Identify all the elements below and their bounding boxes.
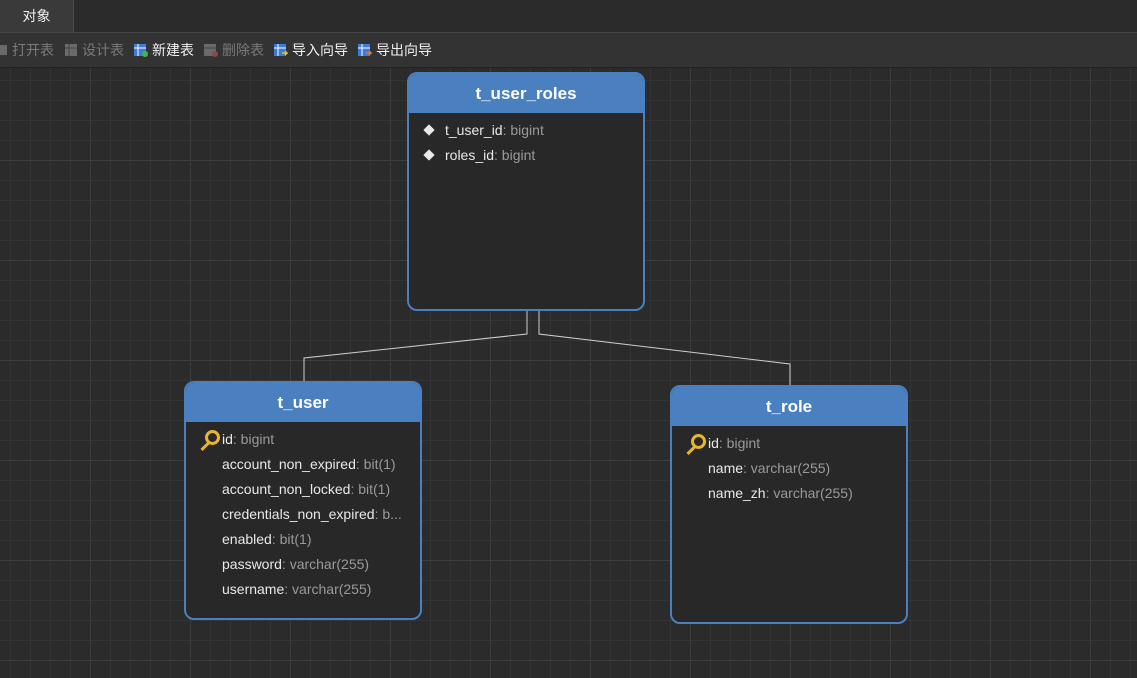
field-name: name_zh [708, 484, 766, 501]
field-type: : bit(1) [350, 480, 391, 497]
tab-objects[interactable]: 对象 [0, 0, 74, 32]
field-type: : bit(1) [271, 530, 312, 547]
field-row[interactable]: name : varchar(255) [672, 455, 906, 480]
field-name: t_user_id [445, 121, 503, 138]
er-diagram-canvas[interactable]: t_user_roles t_user_id : bigint roles_id… [0, 68, 1137, 678]
field-type: : bigint [718, 434, 761, 451]
design-table-icon [64, 43, 78, 57]
field-name: account_non_expired [222, 455, 356, 472]
field-name: username [222, 580, 285, 597]
field-type: : bigint [232, 430, 275, 447]
entity-t-user-roles[interactable]: t_user_roles t_user_id : bigint roles_id… [407, 72, 645, 311]
field-name: credentials_non_expired [222, 505, 375, 522]
foreign-key-diamond-icon [419, 123, 445, 136]
field-name: name [708, 459, 744, 476]
export-wizard-label: 导出向导 [376, 42, 432, 58]
open-table-label: 打开表 [12, 42, 54, 58]
import-wizard-button[interactable]: 导入向导 [274, 40, 348, 60]
primary-key-icon [196, 429, 222, 451]
field-name: password [222, 555, 282, 572]
field-list: t_user_id : bigint roles_id : bigint [409, 113, 643, 167]
field-type: : varchar(255) [765, 484, 853, 501]
field-type: : b... [374, 505, 402, 522]
relation-line-user [303, 309, 528, 383]
field-type: : varchar(255) [281, 555, 370, 572]
field-type: : bit(1) [355, 455, 396, 472]
design-table-button[interactable]: 设计表 [64, 40, 124, 60]
field-row[interactable]: id : bigint [186, 426, 420, 451]
field-row[interactable]: t_user_id : bigint [409, 117, 643, 142]
open-table-button[interactable]: 打开表 [0, 40, 54, 60]
field-row[interactable]: enabled : bit(1) [186, 526, 420, 551]
entity-title: t_user_roles [409, 74, 643, 113]
delete-table-icon [204, 43, 218, 57]
open-table-icon [0, 43, 8, 57]
foreign-key-diamond-icon [419, 148, 445, 161]
field-row[interactable]: username : varchar(255) [186, 576, 420, 601]
new-table-button[interactable]: 新建表 [134, 40, 194, 60]
field-type: : bigint [502, 121, 544, 138]
entity-title: t_user [186, 383, 420, 422]
field-row[interactable]: name_zh : varchar(255) [672, 480, 906, 505]
primary-key-icon [682, 433, 708, 455]
field-row[interactable]: roles_id : bigint [409, 142, 643, 167]
field-name: id [222, 430, 233, 447]
field-type: : varchar(255) [743, 459, 831, 476]
import-wizard-label: 导入向导 [292, 42, 348, 58]
field-row[interactable]: password : varchar(255) [186, 551, 420, 576]
field-name: enabled [222, 530, 272, 547]
entity-title: t_role [672, 387, 906, 426]
field-list: id : bigint account_non_expired : bit(1)… [186, 422, 420, 601]
delete-table-button[interactable]: 删除表 [204, 40, 264, 60]
new-table-icon [134, 43, 148, 57]
field-row[interactable]: account_non_locked : bit(1) [186, 476, 420, 501]
entity-t-role[interactable]: t_role id : bigint name : varchar(255) n… [670, 385, 908, 624]
field-list: id : bigint name : varchar(255) name_zh … [672, 426, 906, 505]
design-table-label: 设计表 [82, 42, 124, 58]
field-name: roles_id [445, 146, 495, 163]
entity-t-user[interactable]: t_user id : bigint account_non_expired :… [184, 381, 422, 620]
field-name: account_non_locked [222, 480, 351, 497]
field-type: : varchar(255) [284, 580, 372, 597]
field-row[interactable]: credentials_non_expired : b... [186, 501, 420, 526]
toolbar: 打开表 设计表 新建表 删除表 导入向导 导出向导 [0, 33, 1137, 68]
field-type: : bigint [494, 146, 536, 163]
import-wizard-icon [274, 43, 289, 57]
field-row[interactable]: id : bigint [672, 430, 906, 455]
export-wizard-icon [358, 43, 373, 57]
new-table-label: 新建表 [152, 42, 194, 58]
delete-table-label: 删除表 [222, 42, 264, 58]
tab-bar: 对象 [0, 0, 1137, 33]
export-wizard-button[interactable]: 导出向导 [358, 40, 432, 60]
field-row[interactable]: account_non_expired : bit(1) [186, 451, 420, 476]
field-name: id [708, 434, 719, 451]
relation-line-role [538, 309, 791, 387]
